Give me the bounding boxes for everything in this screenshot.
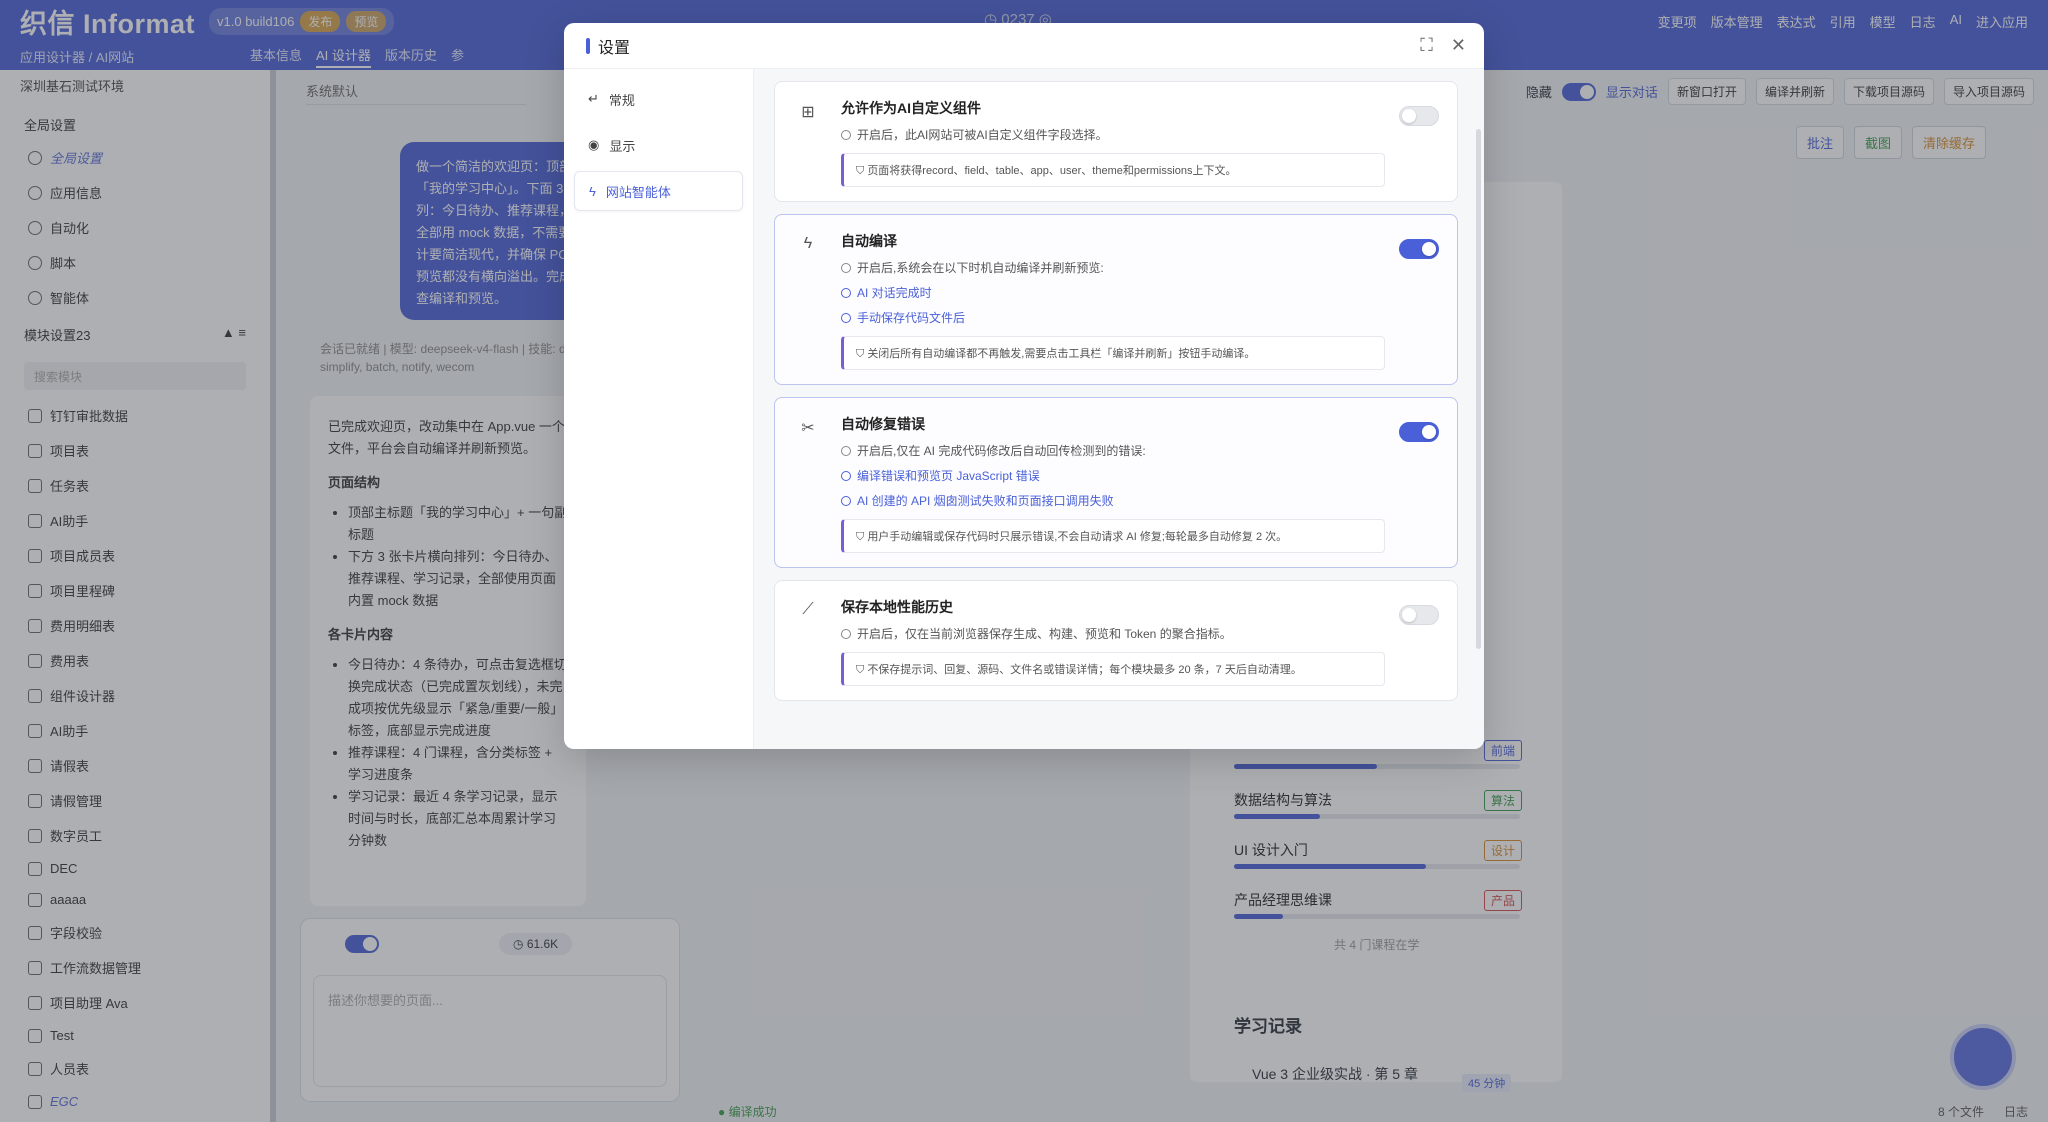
settings-nav: ↵ 常规 ◉ 显示 ϟ 网站智能体 [564,69,754,749]
trigger-icon [841,287,851,298]
modal-title: 设置 [598,39,631,57]
setting-card: ⊞ 允许作为AI自定义组件开启后，此AI网站可被AI自定义组件字段选择。 ⛉ 页面将… [774,81,1458,202]
nav-label-site-agent: 网站智能体 [605,184,671,200]
settings-nav-general[interactable]: ↵ 常规 [574,79,743,119]
shield-icon: ⛉ [856,348,868,360]
shield-icon: ⛉ [856,664,868,676]
setting-title: 自动编译 [841,233,897,249]
eye-icon: ◉ [588,137,600,152]
setting-description: 开启后，仅在当前浏览器保存生成、构建、预览和 Token 的聚合指标。 [841,625,1437,642]
return-icon: ↵ [588,91,599,106]
setting-description-text: 开启后,仅在 AI 完成代码修改后自动回传检测到的错误: [857,444,1146,458]
setting-trigger-text: 手动保存代码文件后 [857,311,966,325]
setting-description: 开启后,系统会在以下时机自动编译并刷新预览: [841,259,1437,276]
setting-trigger-item: AI 创建的 API 烟囱测试失败和页面接口调用失败 [841,492,1437,509]
setting-trigger-text: AI 对话完成时 [857,286,932,300]
nav-label-general: 常规 [608,92,635,108]
setting-trigger-item: AI 对话完成时 [841,284,1437,301]
setting-note-text: 不保存提示词、回复、源码、文件名或错误详情；每个模块最多 20 条，7 天后自动… [867,664,1302,676]
setting-note: ⛉ 页面将获得record、field、table、app、user、theme… [841,153,1385,187]
fullscreen-icon[interactable]: ⛶ [1420,35,1433,56]
info-icon [841,445,851,456]
grid-icon: ⊞ [801,104,815,121]
chart-icon: ⟋ [802,601,814,618]
modal-header: 设置 ⛶ ✕ [564,23,1484,69]
setting-card: ⟋ 保存本地性能历史开启后，仅在当前浏览器保存生成、构建、预览和 Token 的聚… [774,580,1458,701]
info-icon [841,628,851,639]
trigger-icon [841,495,851,506]
modal-header-icons: ⛶ ✕ [1420,35,1466,56]
setting-trigger-item: 手动保存代码文件后 [841,309,1437,326]
settings-nav-site-agent[interactable]: ϟ 网站智能体 [574,171,743,211]
shield-icon: ⛉ [856,531,868,543]
setting-note-text: 关闭后所有自动编译都不再触发,需要点击工具栏「编译并刷新」按钮手动编译。 [867,348,1256,360]
settings-modal: 设置 ⛶ ✕ ↵ 常规 ◉ 显示 ϟ 网站智能体 ⊞ 允许作为AI自定义组件开启后，此A… [564,23,1484,749]
shield-icon: ⛉ [856,165,868,177]
setting-toggle[interactable] [1399,422,1439,442]
settings-body: ⊞ 允许作为AI自定义组件开启后，此AI网站可被AI自定义组件字段选择。 ⛉ 页面将… [754,69,1484,749]
close-icon[interactable]: ✕ [1451,35,1466,56]
setting-description-text: 开启后，仅在当前浏览器保存生成、构建、预览和 Token 的聚合指标。 [857,627,1232,641]
setting-description: 开启后,仅在 AI 完成代码修改后自动回传检测到的错误: [841,442,1437,459]
trigger-icon [841,470,851,481]
setting-card: ✂ 自动修复错误开启后,仅在 AI 完成代码修改后自动回传检测到的错误: 编译错误和… [774,397,1458,568]
info-icon [841,262,851,273]
setting-description-text: 开启后，此AI网站可被AI自定义组件字段选择。 [857,128,1108,142]
info-icon [841,129,851,140]
tools-icon: ✂ [801,420,815,437]
title-accent [586,37,590,54]
lightning-icon: ϟ [803,235,813,252]
setting-trigger-text: AI 创建的 API 烟囱测试失败和页面接口调用失败 [857,494,1114,508]
nav-label-display: 显示 [609,138,636,154]
settings-nav-display[interactable]: ◉ 显示 [574,125,743,165]
setting-title: 自动修复错误 [841,416,925,432]
setting-description: 开启后，此AI网站可被AI自定义组件字段选择。 [841,126,1437,143]
setting-note-text: 用户手动编辑或保存代码时只展示错误,不会自动请求 AI 修复;每轮最多自动修复 … [867,531,1288,543]
setting-title: 允许作为AI自定义组件 [841,100,981,116]
setting-note: ⛉ 不保存提示词、回复、源码、文件名或错误详情；每个模块最多 20 条，7 天后… [841,652,1385,686]
setting-note-text: 页面将获得record、field、table、app、user、theme和p… [867,165,1237,177]
settings-scrollbar[interactable] [1476,129,1481,649]
setting-title: 保存本地性能历史 [841,599,953,615]
setting-note: ⛉ 关闭后所有自动编译都不再触发,需要点击工具栏「编译并刷新」按钮手动编译。 [841,336,1385,370]
setting-toggle[interactable] [1399,106,1439,126]
setting-card: ϟ 自动编译开启后,系统会在以下时机自动编译并刷新预览: AI 对话完成时手动保存代… [774,214,1458,385]
setting-toggle[interactable] [1399,239,1439,259]
setting-toggle[interactable] [1399,605,1439,625]
trigger-icon [841,312,851,323]
setting-trigger-item: 编译错误和预览页 JavaScript 错误 [841,467,1437,484]
setting-description-text: 开启后,系统会在以下时机自动编译并刷新预览: [857,261,1104,275]
setting-note: ⛉ 用户手动编辑或保存代码时只展示错误,不会自动请求 AI 修复;每轮最多自动修… [841,519,1385,553]
setting-trigger-text: 编译错误和预览页 JavaScript 错误 [857,469,1040,483]
lightning-icon: ϟ [589,183,596,199]
